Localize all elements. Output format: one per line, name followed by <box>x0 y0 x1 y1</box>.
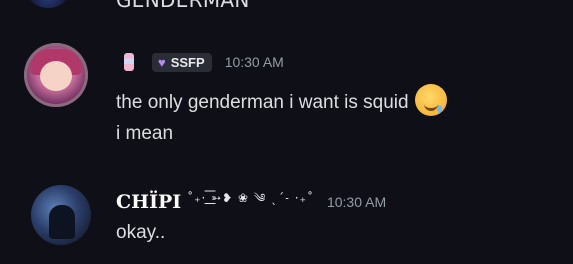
avatar-figure <box>49 205 75 239</box>
server-tag-label: SSFP <box>170 54 205 70</box>
heart-icon: ♥ <box>158 54 166 70</box>
avatar-face <box>40 61 72 91</box>
message-line: okay.. <box>116 222 166 243</box>
avatar-partial[interactable] <box>28 0 68 8</box>
avatar[interactable] <box>31 185 91 245</box>
timestamp[interactable]: 10:30 AM <box>327 194 386 210</box>
message-line: i mean <box>116 123 174 144</box>
message-text: the only genderman i want is squid <box>116 92 409 113</box>
message-header: ♥ SSFP 10:30 AM <box>120 52 284 72</box>
message-line: the only genderman i want is squid <box>116 84 447 116</box>
timestamp[interactable]: 10:30 AM <box>225 54 284 70</box>
server-tag[interactable]: ♥ SSFP <box>152 52 212 72</box>
avatar[interactable] <box>24 43 88 107</box>
message-header: CHÏPI ˚₊· ͟͟͞͞➳❥ ❀ ༄ ˎˊ˗ ·₊˚ 10:30 AM <box>116 185 386 219</box>
username[interactable]: CHÏPI <box>116 191 181 213</box>
cutoff-message-text: GENDERMAN <box>116 0 250 12</box>
drooling-face-icon[interactable] <box>414 84 447 116</box>
role-icon[interactable] <box>120 52 138 72</box>
username-decoration: ˚₊· ͟͟͞͞➳❥ ❀ ༄ ˎˊ˗ ·₊˚ <box>187 191 314 205</box>
